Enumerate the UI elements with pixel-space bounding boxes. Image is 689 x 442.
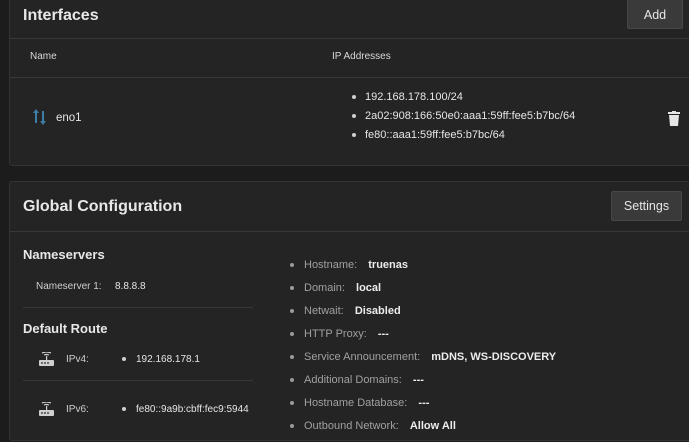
default-route-heading: Default Route <box>23 321 108 336</box>
ipv4-value: 192.168.178.1 <box>136 354 200 365</box>
row-divider <box>10 77 689 78</box>
config-value: --- <box>377 328 389 340</box>
config-label: Additional Domains: <box>304 374 402 386</box>
interface-name[interactable]: eno1 <box>56 112 82 124</box>
column-header-ip: IP Addresses <box>332 51 391 62</box>
ip-address: 2a02:908:166:50e0:aaa1:59ff:fee5:b7bc/64 <box>350 110 575 129</box>
title-divider <box>10 231 689 232</box>
router-icon <box>38 351 55 372</box>
router-icon <box>38 401 55 422</box>
settings-button[interactable]: Settings <box>611 191 682 221</box>
global-config-list: Hostname: truenas Domain: local Netwait:… <box>288 258 556 442</box>
config-item-additional-domains: Additional Domains: --- <box>288 373 556 396</box>
ipv6-value: fe80::9a9b:cbff:fec9:5944 <box>136 404 249 415</box>
config-item-http-proxy: HTTP Proxy: --- <box>288 327 556 350</box>
global-configuration-title: Global Configuration <box>23 198 183 215</box>
config-item-domain: Domain: local <box>288 281 556 304</box>
config-item-netwait: Netwait: Disabled <box>288 304 556 327</box>
nameservers-divider <box>23 307 253 308</box>
nameserver-value: 8.8.8.8 <box>115 281 146 292</box>
config-label: Domain: <box>304 282 345 294</box>
interfaces-card: Interfaces Add Name IP Addresses eno1 19… <box>9 0 689 166</box>
ipv6-bullet <box>122 407 126 411</box>
interfaces-title: Interfaces <box>23 7 99 24</box>
ip-address-list: 192.168.178.100/24 2a02:908:166:50e0:aaa… <box>350 91 575 148</box>
column-header-name: Name <box>30 51 57 62</box>
config-value: local <box>356 282 382 294</box>
config-item-hostname: Hostname: truenas <box>288 258 556 281</box>
config-value: truenas <box>368 259 409 271</box>
config-value: --- <box>412 374 424 386</box>
config-item-outbound-network: Outbound Network: Allow All <box>288 419 556 442</box>
trash-icon[interactable] <box>668 111 680 131</box>
config-item-service-announcement: Service Announcement: mDNS, WS-DISCOVERY <box>288 350 556 373</box>
config-label: Hostname Database: <box>304 397 408 409</box>
config-value: --- <box>418 397 430 409</box>
config-value: Disabled <box>354 305 401 317</box>
config-label: HTTP Proxy: <box>304 328 367 340</box>
ip-address: 192.168.178.100/24 <box>350 91 575 110</box>
header-divider <box>10 38 689 39</box>
ipv4-bullet <box>122 357 126 361</box>
config-value: mDNS, WS-DISCOVERY <box>431 351 557 363</box>
nameserver-label: Nameserver 1: <box>36 281 102 292</box>
config-label: Hostname: <box>304 259 358 271</box>
config-item-hostname-database: Hostname Database: --- <box>288 396 556 419</box>
config-label: Service Announcement: <box>304 351 421 363</box>
config-label: Netwait: <box>304 305 344 317</box>
ipv6-label: IPv6: <box>66 404 89 415</box>
default-route-divider <box>23 380 253 381</box>
ipv4-label: IPv4: <box>66 354 89 365</box>
transfer-arrows-icon <box>32 107 48 132</box>
ip-address: fe80::aaa1:59ff:fee5:b7bc/64 <box>350 129 575 148</box>
nameservers-heading: Nameservers <box>23 247 105 262</box>
add-interface-button[interactable]: Add <box>627 0 683 29</box>
config-label: Outbound Network: <box>304 420 399 432</box>
config-value: Allow All <box>409 420 456 432</box>
